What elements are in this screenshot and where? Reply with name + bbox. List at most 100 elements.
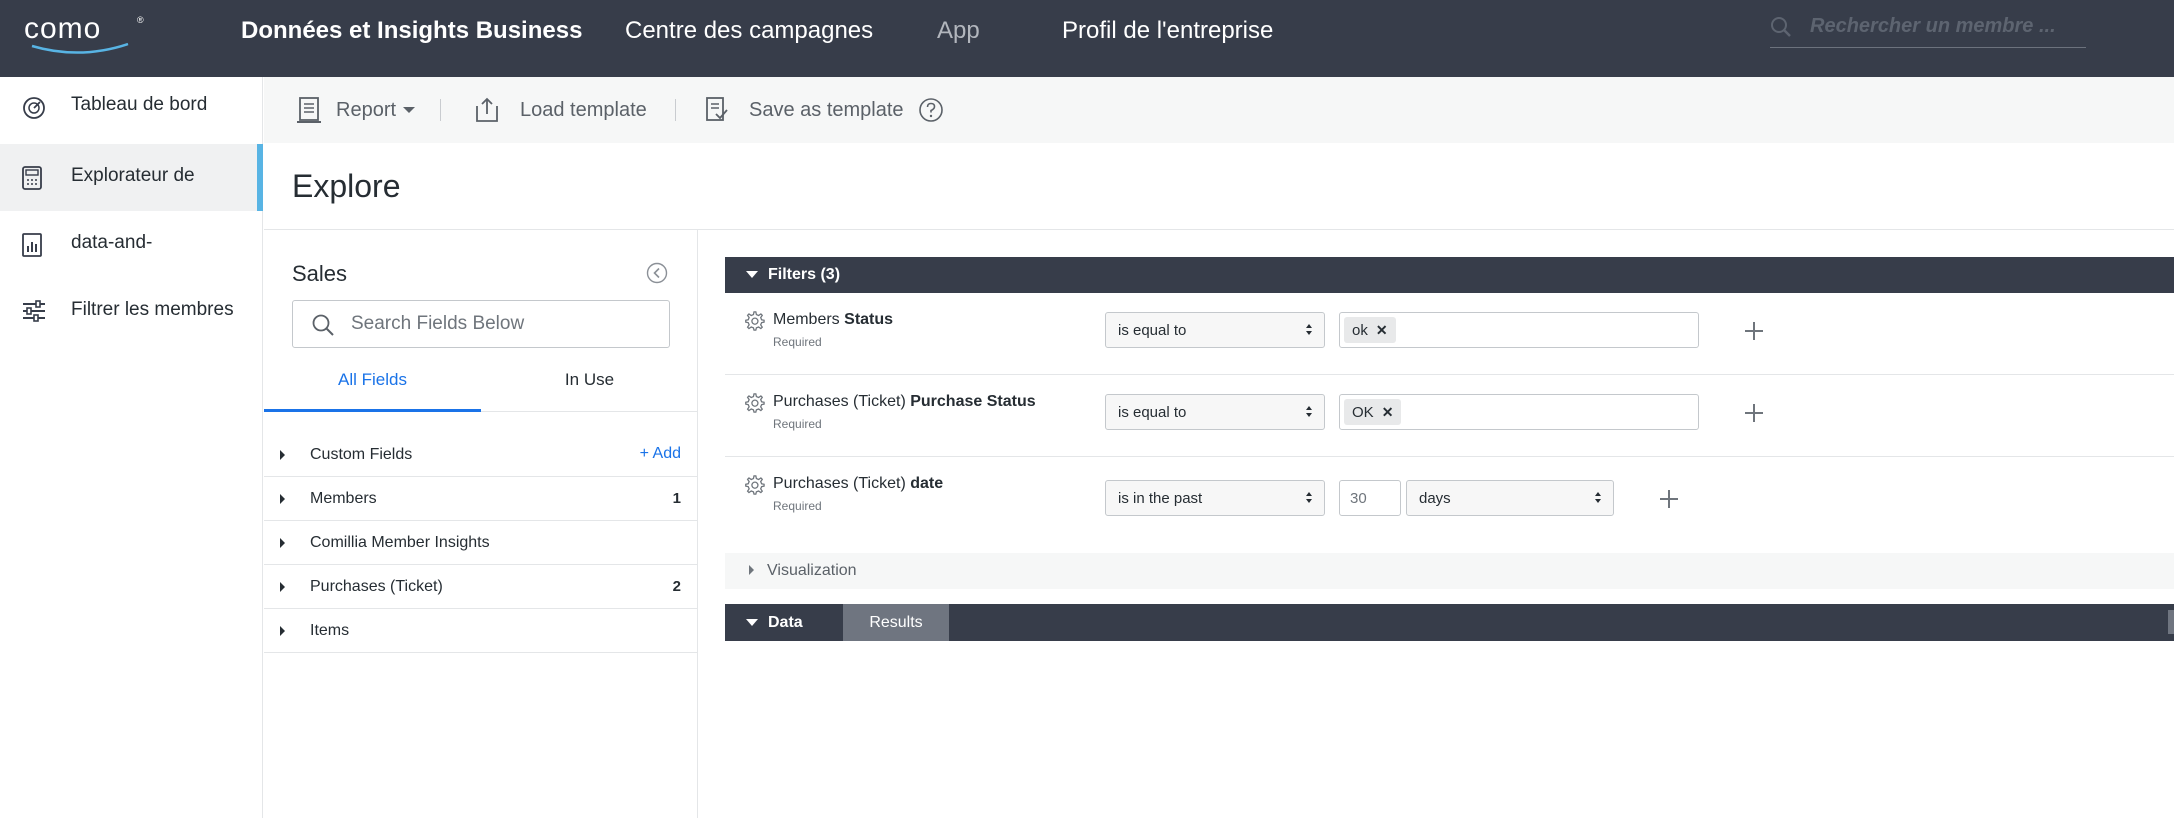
- field-group-row[interactable]: Comillia Member Insights: [264, 521, 697, 565]
- filters-section-header[interactable]: Filters (3): [725, 257, 2174, 293]
- required-label: Required: [773, 417, 822, 431]
- field-search-input[interactable]: [351, 311, 651, 337]
- field-group-row[interactable]: Custom Fields + Add: [264, 433, 697, 477]
- save-template-label: Save as template: [749, 98, 904, 121]
- add-label: Add: [652, 445, 681, 462]
- duration-number-value: 30: [1350, 490, 1367, 507]
- registered-mark: ®: [137, 15, 144, 25]
- value-tag: ok ✕: [1344, 317, 1396, 343]
- value-tag-label: OK: [1352, 404, 1374, 421]
- select-arrows-icon: [1306, 492, 1312, 504]
- field-group-row[interactable]: Members 1: [264, 477, 697, 521]
- load-template-label: Load template: [520, 98, 647, 121]
- logo-swoosh-icon: [31, 42, 129, 54]
- duration-number-input[interactable]: 30: [1339, 480, 1401, 516]
- save-template-button[interactable]: Save as template: [703, 77, 904, 143]
- visualization-section-header[interactable]: Visualization: [725, 553, 2174, 589]
- question-circle-icon: [919, 98, 943, 122]
- data-scroll-handle[interactable]: [2168, 610, 2174, 634]
- report-label: Report: [336, 98, 397, 121]
- required-label: Required: [773, 499, 822, 513]
- sidebar-item-explorer[interactable]: Explorateur de: [0, 144, 263, 211]
- data-section-header: Data Results: [725, 604, 2174, 641]
- member-search-placeholder: Rechercher un membre ...: [1810, 15, 2056, 37]
- sidebar-item-data-and[interactable]: data-and-: [0, 211, 263, 278]
- select-arrows-icon: [1595, 492, 1601, 504]
- nav-app[interactable]: App: [937, 17, 980, 45]
- results-tab[interactable]: Results: [843, 604, 949, 641]
- filters-header-label: Filters (3): [768, 266, 841, 283]
- remove-tag-icon[interactable]: ✕: [1376, 317, 1388, 343]
- collapse-panel-icon[interactable]: [646, 262, 668, 284]
- report-button[interactable]: Report: [296, 77, 416, 143]
- calculator-icon: [22, 166, 42, 190]
- field-group-row[interactable]: Items: [264, 609, 697, 653]
- upload-icon: [476, 97, 498, 122]
- search-icon: [312, 314, 334, 336]
- caret-down-icon: [746, 271, 758, 278]
- filter-field-name: Purchases (Ticket) date: [773, 475, 943, 493]
- tab-in-use[interactable]: In Use: [481, 352, 698, 412]
- save-template-icon: [706, 97, 728, 121]
- filter-view-name: Purchases (Ticket): [773, 393, 906, 410]
- add-custom-field-link[interactable]: + Add: [640, 445, 681, 463]
- filter-view-name: Members: [773, 311, 840, 328]
- gear-icon[interactable]: [743, 310, 765, 332]
- caret-right-icon: [749, 565, 754, 575]
- field-picker: Sales All Fields In Use Custom Fields + …: [264, 230, 698, 818]
- nav-campaign-center[interactable]: Centre des campagnes: [625, 17, 873, 45]
- operator-select[interactable]: is in the past: [1105, 480, 1325, 516]
- add-filter-value-icon[interactable]: [1745, 322, 1763, 340]
- caret-right-icon: [280, 450, 285, 460]
- page-title: Explore: [292, 168, 401, 204]
- filter-value-input[interactable]: ok ✕: [1339, 312, 1699, 348]
- select-arrows-icon: [1306, 406, 1312, 418]
- duration-unit-select[interactable]: days: [1406, 480, 1614, 516]
- tab-all-fields[interactable]: All Fields: [264, 352, 481, 412]
- help-button[interactable]: [918, 77, 944, 143]
- member-search-input[interactable]: Rechercher un membre ...: [1770, 10, 2086, 48]
- value-tag-label: ok: [1352, 322, 1368, 339]
- gear-icon[interactable]: [743, 392, 765, 414]
- operator-select[interactable]: is equal to: [1105, 394, 1325, 430]
- field-group-label: Items: [310, 622, 350, 639]
- filter-value-input[interactable]: OK ✕: [1339, 394, 1699, 430]
- caret-right-icon: [280, 494, 285, 504]
- remove-tag-icon[interactable]: ✕: [1382, 399, 1394, 425]
- gear-icon[interactable]: [743, 474, 765, 496]
- field-search-box: [292, 300, 670, 348]
- left-sidebar: Tableau de bord Explorateur de data-and-…: [0, 77, 263, 818]
- dashboard-icon: [23, 97, 45, 119]
- data-tab[interactable]: Data: [768, 614, 803, 632]
- value-tag: OK ✕: [1344, 399, 1402, 425]
- top-navigation-bar: como ® Données et Insights Business Cent…: [0, 0, 2174, 77]
- sidebar-item-dashboard[interactable]: Tableau de bord: [0, 77, 263, 144]
- caret-down-icon: [746, 619, 758, 626]
- caret-right-icon: [280, 626, 285, 636]
- visualization-label: Visualization: [767, 562, 857, 579]
- nav-business-profile[interactable]: Profil de l'entreprise: [1062, 17, 1273, 45]
- como-logo[interactable]: como ®: [24, 12, 148, 54]
- field-group-label: Purchases (Ticket): [310, 578, 443, 595]
- in-use-count: 1: [672, 490, 681, 507]
- add-filter-value-icon[interactable]: [1660, 490, 1678, 508]
- field-group-label: Comillia Member Insights: [310, 534, 490, 551]
- bar-chart-icon: [22, 233, 42, 257]
- sidebar-item-label: Explorateur de: [71, 165, 195, 186]
- filter-dimension-name: Purchase Status: [910, 393, 1036, 410]
- explore-name: Sales: [292, 261, 348, 286]
- filter-field-name: Members Status: [773, 311, 893, 329]
- filter-row: Purchases (Ticket) date Required is in t…: [725, 457, 2174, 539]
- filter-field-name: Purchases (Ticket) Purchase Status: [773, 393, 1036, 411]
- filter-view-name: Purchases (Ticket): [773, 475, 906, 492]
- sidebar-item-filter-members[interactable]: Filtrer les membres: [0, 278, 263, 345]
- load-template-button[interactable]: Load template: [474, 77, 647, 143]
- operator-select[interactable]: is equal to: [1105, 312, 1325, 348]
- select-arrows-icon: [1306, 324, 1312, 336]
- filter-dimension-name: Status: [844, 311, 894, 328]
- nav-business-insights[interactable]: Données et Insights Business: [241, 17, 582, 45]
- add-filter-value-icon[interactable]: [1745, 404, 1763, 422]
- operator-value: is in the past: [1118, 490, 1203, 507]
- filter-row: Purchases (Ticket) Purchase Status Requi…: [725, 375, 2174, 457]
- field-group-row[interactable]: Purchases (Ticket) 2: [264, 565, 697, 609]
